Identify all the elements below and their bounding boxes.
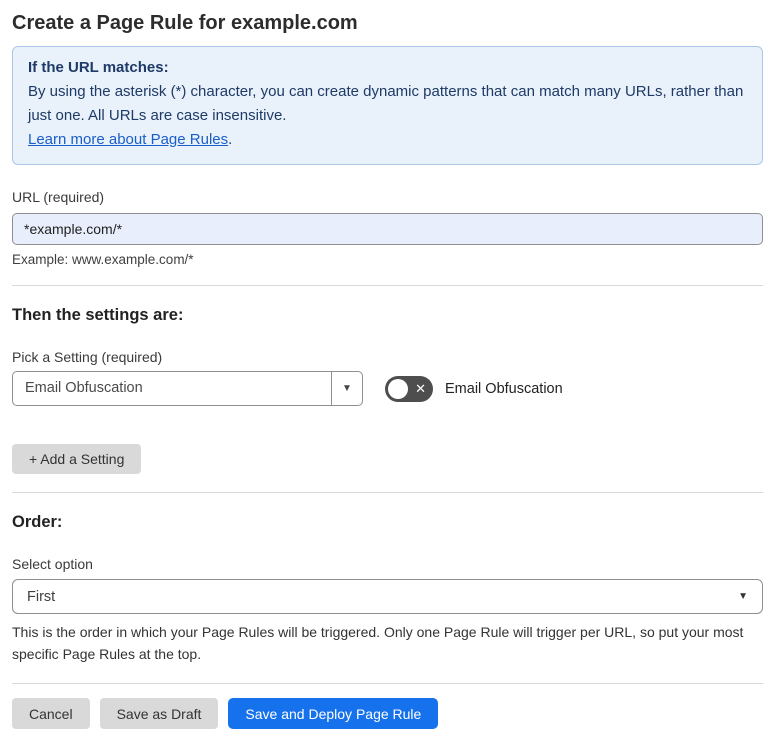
save-draft-button[interactable]: Save as Draft [99, 698, 219, 729]
settings-heading: Then the settings are: [12, 306, 184, 324]
add-setting-button[interactable]: + Add a Setting [12, 444, 142, 474]
footer-divider [12, 683, 763, 684]
order-helper-text: This is the order in which your Page Rul… [12, 624, 744, 662]
toggle-off-x-icon: ✕ [415, 380, 426, 396]
pick-setting-label: Pick a Setting (required) [12, 349, 163, 365]
chevron-down-icon: ▼ [342, 383, 352, 394]
link-suffix: . [228, 131, 233, 148]
url-example-helper: Example: www.example.com/* [12, 252, 194, 267]
url-label: URL (required) [12, 189, 105, 205]
toggle-label: Email Obfuscation [445, 380, 563, 397]
setting-select[interactable]: Email Obfuscation ▼ [12, 371, 363, 406]
footer-actions: Cancel Save as Draft Save and Deploy Pag… [12, 698, 763, 729]
learn-more-link[interactable]: Learn more about Page Rules [28, 131, 228, 148]
order-heading: Order: [12, 513, 63, 531]
toggle-knob [388, 378, 408, 399]
chevron-down-icon: ▼ [738, 591, 748, 602]
setting-row: Email Obfuscation ▼ ✕ Email Obfuscation [12, 371, 763, 406]
info-box-body: By using the asterisk (*) character, you… [28, 83, 744, 124]
page-title: Create a Page Rule for example.com [12, 12, 358, 34]
url-matches-info-box: If the URL matches: By using the asteris… [12, 46, 763, 165]
cancel-button[interactable]: Cancel [12, 698, 90, 729]
section-divider [12, 285, 763, 286]
order-select-label: Select option [12, 556, 93, 572]
setting-select-value: Email Obfuscation [25, 380, 143, 396]
url-input[interactable] [12, 213, 763, 245]
email-obfuscation-toggle[interactable]: ✕ [385, 375, 433, 402]
info-box-heading: If the URL matches: [28, 59, 169, 76]
setting-select-dropdown-button[interactable]: ▼ [331, 372, 362, 405]
order-select[interactable]: First ▼ [12, 579, 763, 614]
page-rule-form: Create a Page Rule for example.com If th… [0, 10, 775, 729]
section-divider [12, 492, 763, 493]
order-select-value: First [27, 588, 56, 605]
info-box-link-row: Learn more about Page Rules. [28, 128, 747, 152]
save-deploy-button[interactable]: Save and Deploy Page Rule [228, 698, 439, 729]
